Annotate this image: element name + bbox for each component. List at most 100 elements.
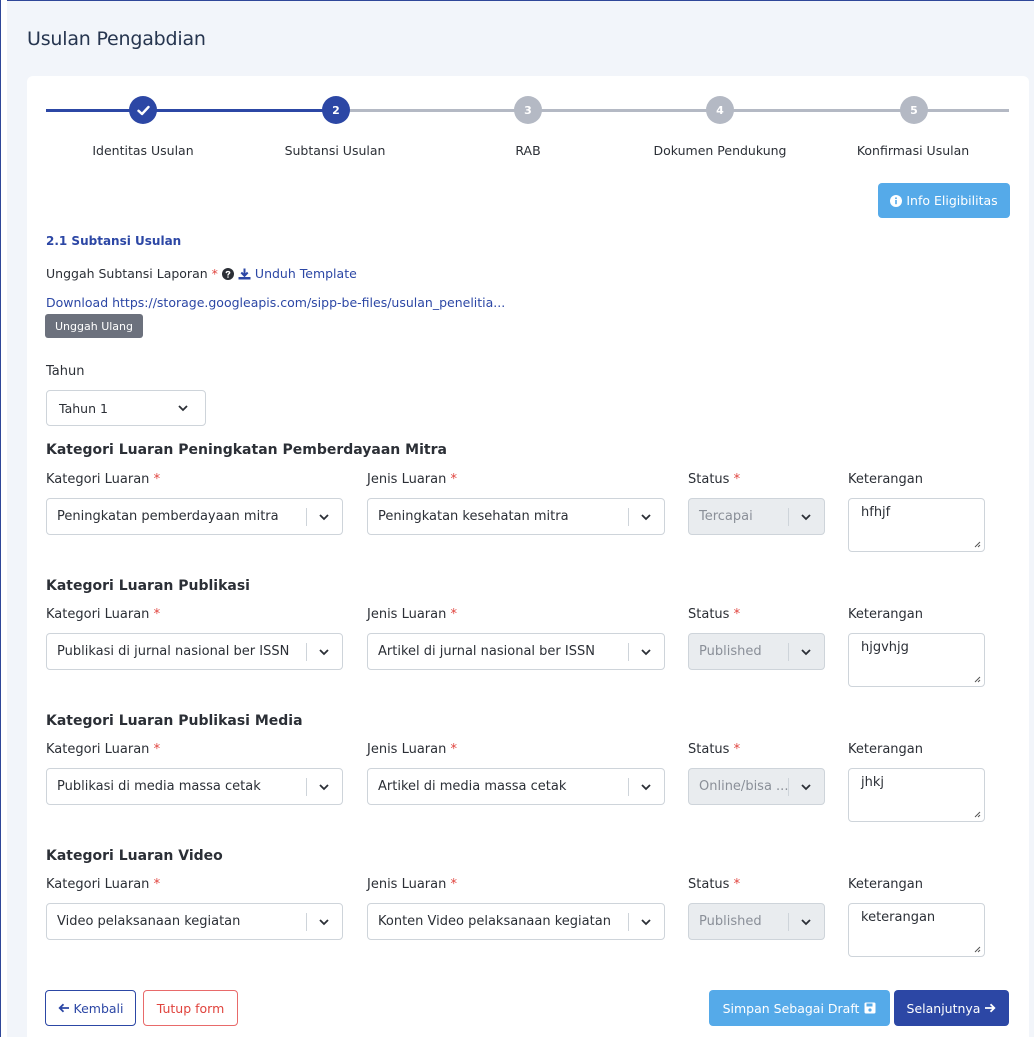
status-label: Status * bbox=[688, 742, 741, 757]
stepper: 2 3 4 5 Identitas Usulan Subtansi Usulan… bbox=[46, 96, 1009, 166]
kategori-value: Publikasi di media massa cetak bbox=[57, 779, 261, 794]
arrow-right-icon bbox=[985, 1003, 997, 1013]
keterangan-textarea[interactable]: hjgvhjg bbox=[848, 633, 985, 687]
selanjutnya-button[interactable]: Selanjutnya bbox=[894, 990, 1009, 1026]
unggah-ulang-button[interactable]: Unggah Ulang bbox=[45, 314, 143, 338]
download-file-link[interactable]: Download https://storage.googleapis.com/… bbox=[46, 295, 505, 310]
jenis-select[interactable]: Konten Video pelaksanaan kegiatan bbox=[367, 903, 665, 940]
keterangan-label: Keterangan bbox=[848, 607, 923, 622]
top-edge bbox=[7, 0, 1034, 1]
group-title-mitra: Kategori Luaran Peningkatan Pemberdayaan… bbox=[46, 442, 447, 458]
select-separator bbox=[306, 913, 307, 931]
keterangan-textarea[interactable]: jhkj bbox=[848, 768, 985, 822]
save-icon bbox=[864, 1002, 876, 1014]
step-line-done bbox=[46, 109, 336, 112]
status-label: Status * bbox=[688, 877, 741, 892]
jenis-select[interactable]: Peningkatan kesehatan mitra bbox=[367, 498, 665, 535]
step-3-circle[interactable]: 3 bbox=[514, 96, 542, 124]
select-separator bbox=[788, 778, 789, 796]
status-label: Status * bbox=[688, 472, 741, 487]
chevron-down-icon bbox=[801, 919, 811, 926]
jenis-select[interactable]: Artikel di jurnal nasional ber ISSN bbox=[367, 633, 665, 670]
status-value: Published bbox=[699, 644, 762, 659]
resize-grip-icon[interactable] bbox=[974, 541, 981, 548]
section-heading: 2.1 Subtansi Usulan bbox=[46, 234, 182, 248]
step-label-dokumen[interactable]: Dokumen Pendukung bbox=[630, 143, 810, 158]
kembali-button[interactable]: Kembali bbox=[45, 990, 136, 1026]
jenis-label: Jenis Luaran * bbox=[367, 607, 457, 622]
arrow-left-icon bbox=[57, 1003, 69, 1013]
jenis-select[interactable]: Artikel di media massa cetak bbox=[367, 768, 665, 805]
keterangan-value: keterangan bbox=[861, 910, 936, 925]
form-card bbox=[27, 76, 1029, 1037]
keterangan-textarea[interactable]: keterangan bbox=[848, 903, 985, 957]
kategori-label: Kategori Luaran * bbox=[46, 877, 161, 892]
keterangan-value: jhkj bbox=[861, 775, 884, 790]
step-label-rab[interactable]: RAB bbox=[438, 143, 618, 158]
group-title-video: Kategori Luaran Video bbox=[46, 848, 223, 864]
chevron-down-icon bbox=[801, 784, 811, 791]
kategori-label: Kategori Luaran * bbox=[46, 742, 161, 757]
download-icon[interactable] bbox=[238, 268, 251, 280]
step-5-circle[interactable]: 5 bbox=[900, 96, 928, 124]
upload-label: Unggah Subtansi Laporan bbox=[46, 266, 208, 281]
select-separator bbox=[628, 643, 629, 661]
kategori-value: Video pelaksanaan kegiatan bbox=[57, 914, 241, 929]
step-label-subtansi[interactable]: Subtansi Usulan bbox=[245, 143, 425, 158]
step-2-circle[interactable]: 2 bbox=[322, 96, 350, 124]
resize-grip-icon[interactable] bbox=[974, 811, 981, 818]
chevron-down-icon bbox=[178, 405, 188, 412]
keterangan-textarea[interactable]: hfhjf bbox=[848, 498, 985, 552]
info-eligibilitas-button[interactable]: Info Eligibilitas bbox=[878, 183, 1010, 218]
kategori-select[interactable]: Publikasi di jurnal nasional ber ISSN bbox=[46, 633, 343, 670]
chevron-down-icon bbox=[641, 514, 651, 521]
select-separator bbox=[628, 778, 629, 796]
status-select: Tercapai bbox=[688, 498, 825, 535]
status-label: Status * bbox=[688, 607, 741, 622]
kategori-select[interactable]: Peningkatan pemberdayaan mitra bbox=[46, 498, 343, 535]
jenis-label: Jenis Luaran * bbox=[367, 472, 457, 487]
chevron-down-icon bbox=[319, 784, 329, 791]
resize-grip-icon[interactable] bbox=[974, 676, 981, 683]
chevron-down-icon bbox=[319, 514, 329, 521]
keterangan-value: hjgvhjg bbox=[861, 640, 909, 655]
select-separator bbox=[306, 778, 307, 796]
select-separator bbox=[628, 508, 629, 526]
jenis-value: Konten Video pelaksanaan kegiatan bbox=[378, 914, 611, 929]
tahun-value: Tahun 1 bbox=[59, 400, 108, 416]
kategori-label: Kategori Luaran * bbox=[46, 472, 161, 487]
tahun-select[interactable]: Tahun 1 bbox=[46, 390, 206, 426]
group-title-publikasi-media: Kategori Luaran Publikasi Media bbox=[46, 713, 303, 729]
tahun-label: Tahun bbox=[46, 364, 85, 379]
jenis-label: Jenis Luaran * bbox=[367, 877, 457, 892]
step-4-circle[interactable]: 4 bbox=[706, 96, 734, 124]
keterangan-value: hfhjf bbox=[861, 505, 891, 520]
kategori-value: Publikasi di jurnal nasional ber ISSN bbox=[57, 644, 290, 659]
kategori-select[interactable]: Video pelaksanaan kegiatan bbox=[46, 903, 343, 940]
status-select: Online/bisa ... bbox=[688, 768, 825, 805]
required-mark: * bbox=[211, 266, 218, 281]
jenis-value: Artikel di media massa cetak bbox=[378, 779, 567, 794]
jenis-value: Artikel di jurnal nasional ber ISSN bbox=[378, 644, 595, 659]
upload-label-row: Unggah Subtansi Laporan * Unduh Template bbox=[46, 266, 357, 281]
resize-grip-icon[interactable] bbox=[974, 946, 981, 953]
info-icon bbox=[890, 194, 903, 207]
chevron-down-icon bbox=[641, 784, 651, 791]
keterangan-label: Keterangan bbox=[848, 742, 923, 757]
chevron-down-icon bbox=[641, 649, 651, 656]
select-separator bbox=[628, 913, 629, 931]
step-label-konfirmasi[interactable]: Konfirmasi Usulan bbox=[823, 143, 1003, 158]
status-value: Tercapai bbox=[699, 509, 753, 524]
unduh-template-link[interactable]: Unduh Template bbox=[255, 266, 357, 281]
step-label-identitas[interactable]: Identitas Usulan bbox=[53, 143, 233, 158]
keterangan-label: Keterangan bbox=[848, 877, 923, 892]
chevron-down-icon bbox=[641, 919, 651, 926]
select-separator bbox=[788, 643, 789, 661]
keterangan-label: Keterangan bbox=[848, 472, 923, 487]
kategori-select[interactable]: Publikasi di media massa cetak bbox=[46, 768, 343, 805]
question-circle-icon[interactable] bbox=[221, 267, 234, 280]
chevron-down-icon bbox=[319, 649, 329, 656]
step-1-check-icon[interactable] bbox=[129, 96, 157, 124]
tutup-form-button[interactable]: Tutup form bbox=[143, 990, 238, 1026]
simpan-draft-button[interactable]: Simpan Sebagai Draft bbox=[709, 990, 890, 1026]
